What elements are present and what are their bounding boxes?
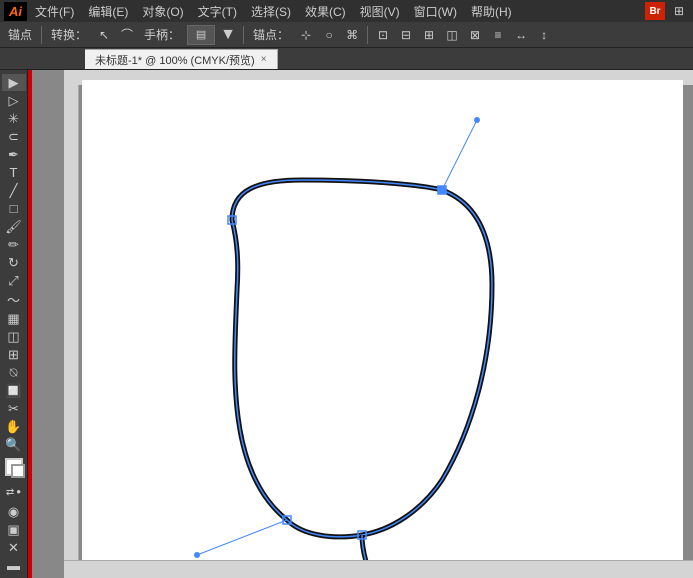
toolbar: 锚点 转换： ↖ ⌒ 手柄： ▤ ▼ 锚点： ⊹ ○ ⌘ ⊡ ⊟ ⊞ ◫ ⊠ ≡…	[0, 22, 693, 48]
gradient-tool[interactable]: ◫	[2, 328, 26, 345]
pencil-tool[interactable]: ✏	[2, 236, 26, 253]
left-toolbar: ▶ ▷ ✳ ⊂ ✒ T ╱ □ 🖌 ✏ ↻ ⤢ 〜 ▦ ◫ ⊞ ⍉ 🔲 ✂ ✋ …	[0, 70, 28, 578]
sep1	[41, 26, 42, 44]
selection-tool[interactable]: ▶	[2, 74, 26, 91]
direct-selection-tool[interactable]: ▷	[2, 92, 26, 109]
handle-label: 手柄：	[140, 26, 184, 43]
gradient-mode-btn[interactable]: ▣	[2, 521, 26, 538]
hand-tool[interactable]: ✋	[2, 418, 26, 435]
default-colors-btn[interactable]: ●	[16, 487, 21, 498]
menu-right: Br ⊞	[645, 1, 689, 21]
color-box-row	[5, 458, 23, 476]
sep2	[243, 26, 244, 44]
toolbar-extra2[interactable]: ⊟	[396, 25, 416, 45]
toolbar-extra8[interactable]: ↕	[534, 25, 554, 45]
ai-logo: Ai	[4, 2, 27, 21]
toolbar-extra3[interactable]: ⊞	[419, 25, 439, 45]
document-tab[interactable]: 未标题-1* @ 100% (CMYK/预览) ×	[85, 49, 278, 69]
menu-window[interactable]: 窗口(W)	[408, 1, 463, 22]
mesh-tool[interactable]: ⊞	[2, 346, 26, 363]
handle-select1[interactable]: ▤	[187, 25, 215, 45]
br-logo: Br	[645, 2, 665, 20]
sep3	[367, 26, 368, 44]
type-tool[interactable]: T	[2, 164, 26, 181]
zoom-tool[interactable]: 🔍	[2, 436, 26, 453]
scissors-tool[interactable]: ✂	[2, 400, 26, 417]
fill-box[interactable]	[5, 458, 23, 476]
menu-file[interactable]: 文件(F)	[29, 1, 80, 22]
ruler-left	[64, 85, 79, 578]
menu-view[interactable]: 视图(V)	[354, 1, 406, 22]
toolbar-extra4[interactable]: ◫	[442, 25, 462, 45]
scale-tool[interactable]: ⤢	[2, 272, 26, 289]
artwork-canvas	[92, 90, 672, 578]
menu-edit[interactable]: 编辑(E)	[82, 1, 134, 22]
menu-select[interactable]: 选择(S)	[245, 1, 297, 22]
menu-effect[interactable]: 效果(C)	[299, 1, 352, 22]
warp-tool[interactable]: 〜	[2, 290, 26, 309]
anchorpoint-btn1[interactable]: ⊹	[296, 25, 316, 45]
paintbrush-tool[interactable]: 🖌	[2, 218, 26, 235]
anchorpoint-btn3[interactable]: ⌘	[342, 25, 362, 45]
transform-btn1[interactable]: ↖	[94, 25, 114, 45]
color-mode-btn[interactable]: ◉	[2, 503, 26, 520]
none-mode-btn[interactable]: ✕	[2, 539, 26, 556]
layout-icon[interactable]: ⊞	[669, 1, 689, 21]
line-tool[interactable]: ╱	[2, 182, 26, 199]
color-boxes: ⇄ ●	[5, 458, 23, 498]
tab-title: 未标题-1* @ 100% (CMYK/预览)	[95, 52, 255, 68]
anchorpoint-label: 锚点：	[249, 26, 293, 43]
main-area: ▶ ▷ ✳ ⊂ ✒ T ╱ □ 🖌 ✏ ↻ ⤢ 〜 ▦ ◫ ⊞ ⍉ 🔲 ✂ ✋ …	[0, 70, 693, 578]
eyedropper-tool[interactable]: 🔲	[2, 382, 26, 399]
menu-help[interactable]: 帮助(H)	[465, 1, 518, 22]
magic-wand-tool[interactable]: ✳	[2, 110, 26, 127]
toolbar-extra5[interactable]: ⊠	[465, 25, 485, 45]
toolbar-extra1[interactable]: ⊡	[373, 25, 393, 45]
lasso-tool[interactable]: ⊂	[2, 128, 26, 145]
blend-tool[interactable]: ⍉	[2, 364, 26, 381]
anchorpoint-btn2[interactable]: ○	[319, 25, 339, 45]
menu-text[interactable]: 文字(T)	[192, 1, 243, 22]
screen-mode-btn[interactable]: ▬	[2, 557, 26, 574]
toolbar-extra7[interactable]: ↔	[511, 25, 531, 45]
menu-bar: Ai 文件(F) 编辑(E) 对象(O) 文字(T) 选择(S) 效果(C) 视…	[0, 0, 693, 22]
tab-close-btn[interactable]: ×	[261, 54, 267, 65]
rotate-tool[interactable]: ↻	[2, 254, 26, 271]
transform-label: 转换：	[47, 26, 91, 43]
tab-row: 未标题-1* @ 100% (CMYK/预览) ×	[0, 48, 693, 70]
canvas-area[interactable]: // ruler markings will be CSS only	[32, 70, 693, 578]
swap-colors-btn[interactable]: ⇄	[6, 487, 14, 498]
transform-btn2[interactable]: ⌒	[117, 25, 137, 45]
pen-tool[interactable]: ✒	[2, 146, 26, 163]
graph-tool[interactable]: ▦	[2, 310, 26, 327]
menu-object[interactable]: 对象(O)	[136, 1, 189, 22]
anchor-label: 锚点	[4, 26, 36, 43]
status-bar	[64, 560, 693, 578]
rect-tool[interactable]: □	[2, 200, 26, 217]
handle-btn1[interactable]: ▼	[218, 25, 238, 45]
toolbar-extra6[interactable]: ≡	[488, 25, 508, 45]
